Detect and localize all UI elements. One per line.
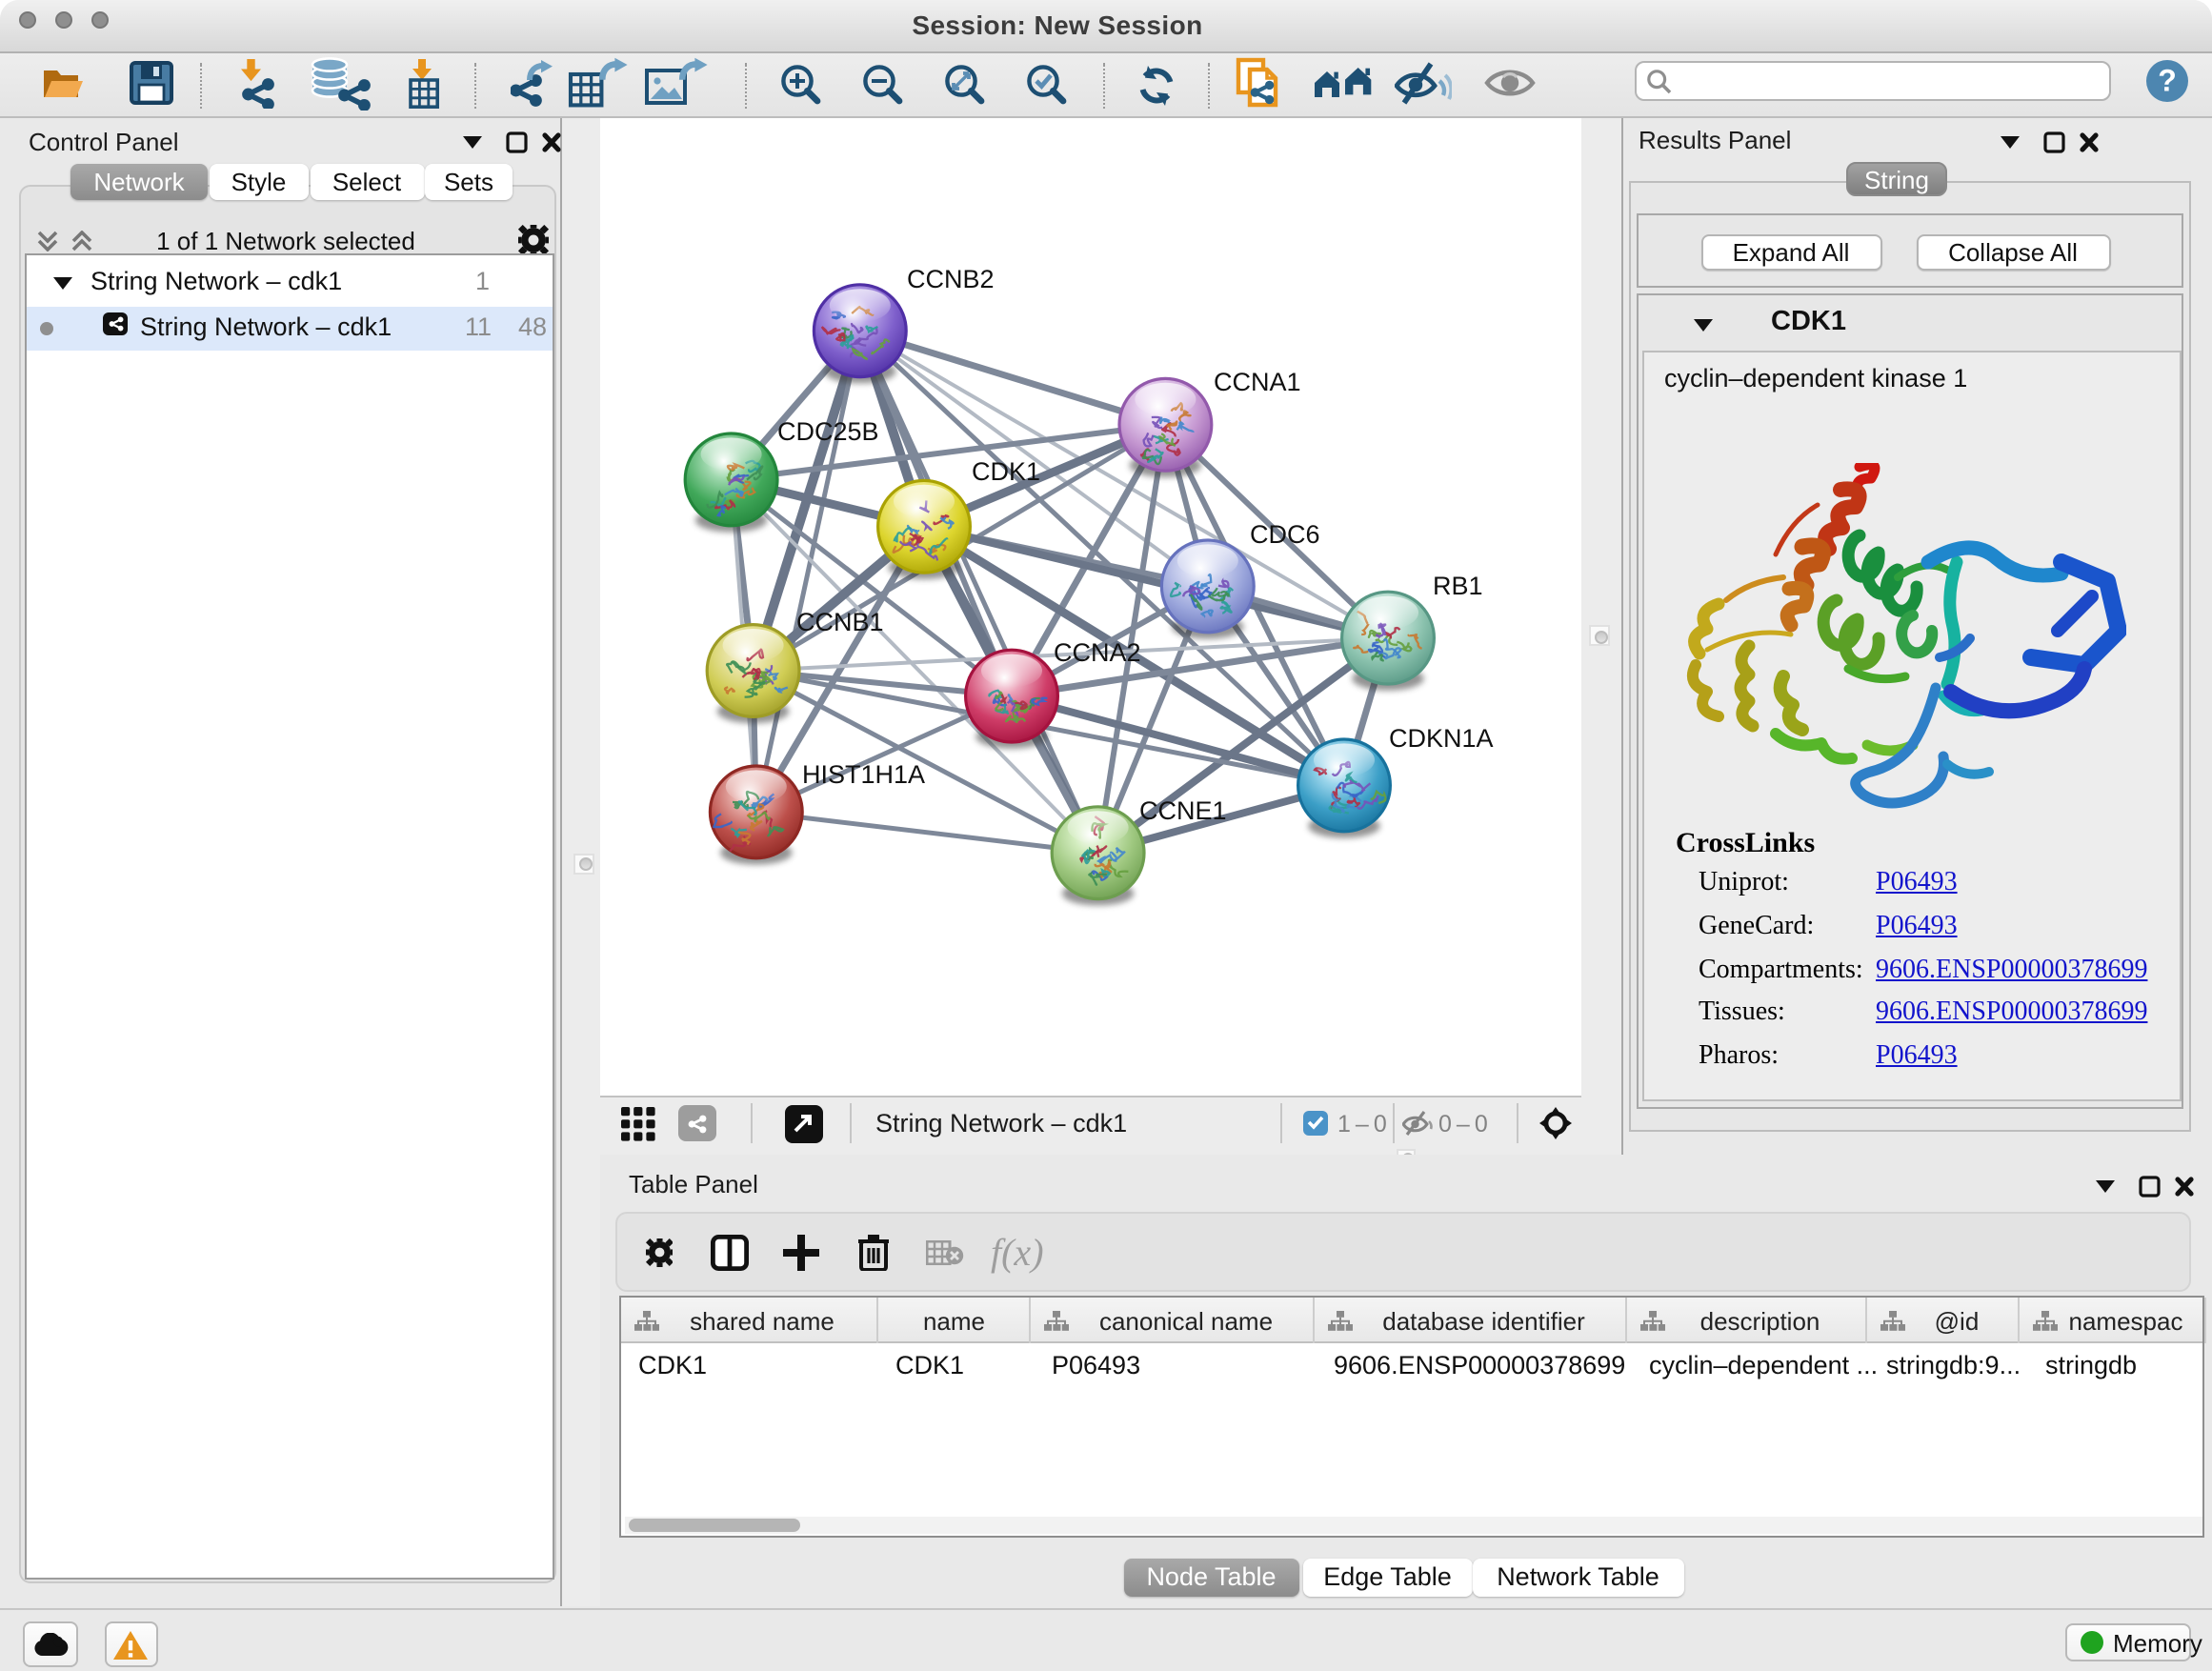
svg-text:CCNA1: CCNA1 (1214, 368, 1301, 396)
svg-text:CDKN1A: CDKN1A (1389, 724, 1494, 753)
svg-text:CCNA2: CCNA2 (1054, 638, 1141, 667)
svg-text:CDC25B: CDC25B (777, 417, 879, 446)
svg-text:CDC6: CDC6 (1250, 520, 1320, 549)
svg-text:CCNB1: CCNB1 (796, 608, 884, 636)
svg-text:RB1: RB1 (1433, 572, 1483, 600)
svg-text:CDK1: CDK1 (972, 457, 1040, 486)
svg-text:CCNB2: CCNB2 (907, 265, 995, 293)
svg-text:HIST1H1A: HIST1H1A (802, 760, 925, 789)
svg-text:?: ? (2158, 64, 2177, 98)
svg-text:CCNE1: CCNE1 (1139, 796, 1227, 825)
